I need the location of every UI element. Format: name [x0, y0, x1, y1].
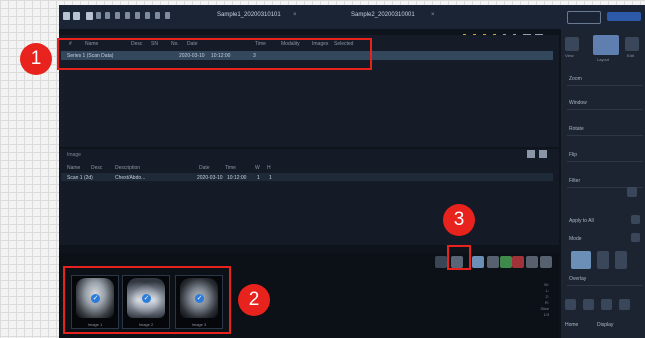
tool-icon[interactable]	[165, 12, 170, 19]
tab-close-icon[interactable]: ×	[293, 12, 297, 18]
row-label: Rotate	[569, 126, 584, 132]
table-row[interactable]: Scan 1 (2d) Chest/Abdo... 2020-03-10 10:…	[61, 173, 553, 181]
column-header[interactable]: Description	[115, 165, 140, 171]
download-icon[interactable]	[601, 299, 612, 310]
bottom-label: Display	[597, 322, 614, 328]
layout-tab-icon[interactable]	[593, 35, 619, 55]
image-w: 1	[257, 175, 260, 181]
layout-icon[interactable]	[615, 251, 627, 269]
callout-badge-1: 1	[20, 43, 52, 75]
column-header[interactable]: W	[255, 165, 260, 171]
export-icon[interactable]	[526, 256, 538, 268]
panel-row-flip[interactable]: Flip	[567, 149, 643, 162]
layout-icon[interactable]	[597, 251, 609, 269]
bottom-label: Home	[565, 322, 579, 328]
settings-icon[interactable]	[540, 256, 552, 268]
callout-box-3	[447, 245, 471, 270]
window-action-button[interactable]	[607, 12, 641, 21]
save-icon[interactable]	[86, 12, 93, 20]
tab-sample1[interactable]: Sample1_20200310101	[217, 12, 281, 22]
checkbox-icon[interactable]	[631, 233, 640, 242]
image-date: 2020-03-10	[197, 175, 223, 181]
delete-icon[interactable]	[512, 256, 524, 268]
layout-icon[interactable]	[571, 251, 591, 269]
checkbox-icon[interactable]	[631, 215, 640, 224]
image-h: 1	[269, 175, 272, 181]
column-header[interactable]: Name	[67, 165, 80, 171]
panel-row-zoom[interactable]: Zoom	[567, 73, 643, 86]
panel-row-overlay[interactable]: Overlay	[567, 273, 643, 286]
chart-icon[interactable]	[125, 12, 130, 19]
row-label: Window	[569, 100, 587, 106]
edit-tab-icon[interactable]	[625, 37, 639, 51]
callout-box-1	[57, 38, 372, 70]
layout-icon[interactable]	[105, 12, 110, 19]
column-header[interactable]: Desc	[91, 165, 102, 171]
view-tab-icon[interactable]	[565, 37, 579, 51]
measure-icon[interactable]	[155, 12, 160, 19]
column-header[interactable]: H	[267, 165, 271, 171]
panel-row-rotate[interactable]: Rotate	[567, 123, 643, 136]
filter-icon[interactable]	[135, 12, 140, 19]
window-toggle-button[interactable]	[567, 11, 601, 24]
tab-label: Layout	[597, 57, 610, 62]
image-list: Image Name Desc Description Date Time W …	[59, 149, 559, 245]
column-header[interactable]: Time	[225, 165, 236, 171]
image-list-header: Name Desc Description Date Time W H	[59, 163, 559, 171]
home-icon[interactable]	[565, 299, 576, 310]
eraser-icon[interactable]	[435, 256, 447, 268]
top-toolbar: Sample1_20200310101 × Sample2_2020031000…	[59, 5, 645, 29]
grid-icon[interactable]	[487, 256, 499, 268]
row-label: Flip	[569, 152, 578, 158]
grid-icon[interactable]	[96, 12, 101, 19]
tab-label: Edit	[627, 53, 634, 58]
properties-panel: View Layout Edit Zoom Window Rotate Flip…	[561, 29, 645, 338]
menu-icon[interactable]	[63, 12, 70, 20]
panel-row-window[interactable]: Window	[567, 97, 643, 110]
tab-close-icon[interactable]: ×	[431, 12, 435, 18]
measure-icon[interactable]	[500, 256, 512, 268]
callout-badge-2: 2	[238, 284, 270, 316]
info-overlay: W: L: Z: R: Slice 1/3	[519, 282, 549, 318]
callout-box-2	[63, 266, 231, 334]
image-desc: Chest/Abdo...	[115, 175, 146, 181]
copy-icon[interactable]	[527, 150, 535, 158]
image-icon[interactable]	[472, 256, 484, 268]
page-icon[interactable]	[583, 299, 594, 310]
column-header[interactable]: Date	[199, 165, 210, 171]
info-line: 1/3	[543, 312, 549, 317]
panel-title: Image	[67, 152, 81, 158]
open-icon[interactable]	[73, 12, 80, 20]
row-label: Mode	[569, 236, 582, 242]
row-label: Filter	[569, 178, 581, 184]
row-label: Zoom	[569, 76, 582, 82]
export-icon[interactable]	[539, 150, 547, 158]
image-name: Scan 1 (2d)	[67, 175, 93, 181]
upload-icon[interactable]	[619, 299, 630, 310]
bars-icon[interactable]	[145, 12, 150, 19]
row-label: Apply to All	[569, 218, 594, 224]
row-label: Overlay	[569, 276, 587, 282]
tab-label: View	[565, 53, 574, 58]
callout-badge-3: 3	[443, 204, 475, 236]
toggle-icon[interactable]	[627, 187, 637, 197]
image-time: 10:12:00	[227, 175, 247, 181]
split-icon[interactable]	[115, 12, 120, 19]
tab-sample2[interactable]: Sample2_20200310001	[351, 12, 415, 22]
